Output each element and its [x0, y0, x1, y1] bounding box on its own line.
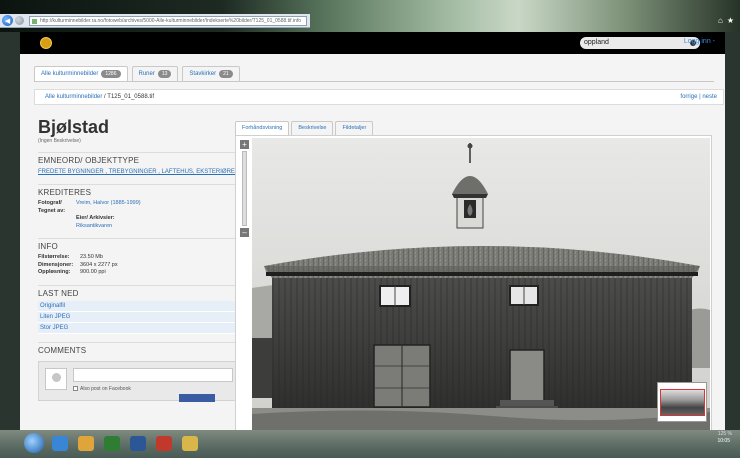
minimap-viewport[interactable] — [660, 389, 705, 416]
address-text: http://kulturminnebilder.ra.no/fotoweb/a… — [40, 17, 301, 24]
word-icon[interactable] — [130, 436, 146, 451]
media-player-icon[interactable] — [104, 436, 120, 451]
browser-zoom-level[interactable]: 125 % — [718, 431, 732, 437]
tab-alle-kulturminnebilder[interactable]: Alle kulturminnebilder 1286 — [34, 66, 128, 81]
info-heading: INFO — [38, 238, 243, 251]
comment-form: Also post on Facebook — [38, 360, 238, 402]
folder-icon[interactable] — [182, 436, 198, 451]
archive-tabs: Alle kulturminnebilder 1286 Runer 13 Sta… — [34, 66, 240, 81]
credit-key: Fotograf/ Tegnet av: — [38, 200, 66, 214]
zoom-in-button[interactable]: + — [240, 140, 249, 149]
pager-links[interactable]: forrige | neste — [680, 90, 717, 104]
page-content: Alle kulturminnebilder 1286 Runer 13 Sta… — [20, 54, 725, 431]
browser-toolbar: ◀ http://kulturminnebilder.ra.no/fotoweb… — [0, 14, 310, 28]
tab-file-details[interactable]: Fildetaljer — [335, 121, 374, 135]
facebook-checkbox[interactable]: Also post on Facebook — [73, 386, 131, 392]
checkbox-icon[interactable] — [73, 386, 78, 391]
tab-label: Alle kulturminnebilder — [41, 71, 99, 77]
forward-button[interactable] — [15, 16, 24, 25]
count-badge: 21 — [219, 70, 233, 78]
owner-label: Eier/ Arkivsier: — [76, 215, 115, 221]
search-value: oppland — [584, 39, 609, 46]
credits-list: Fotograf/ Tegnet av: Vreim, Halvor (1885… — [38, 200, 243, 230]
breadcrumb-root-link[interactable]: Alle kulturminnebilder — [45, 94, 102, 100]
image-viewer[interactable]: + – — [235, 135, 712, 431]
keywords-heading: EMNEORD/ OBJEKTTYPE — [38, 152, 243, 165]
post-comment-button[interactable] — [179, 393, 215, 402]
info-value: 3604 x 2277 px — [80, 261, 118, 268]
info-value: 900.00 ppi — [80, 269, 106, 275]
credit-key — [38, 215, 76, 223]
search-input[interactable]: oppland — [580, 37, 700, 49]
credit-key — [38, 223, 76, 231]
count-badge: 13 — [157, 70, 172, 78]
barn-photo — [252, 138, 710, 430]
tab-stavkirker[interactable]: Stavkirker 21 — [182, 66, 240, 81]
owner-link[interactable]: Riksantikvaren — [76, 223, 243, 231]
photographer-link[interactable]: Vreim, Halvor (1885-1999) — [76, 200, 243, 215]
back-button[interactable]: ◀ — [2, 15, 13, 26]
tab-divider — [34, 81, 714, 82]
avatar — [45, 367, 67, 390]
credits-heading: KREDITERES — [38, 184, 243, 197]
address-bar[interactable]: http://kulturminnebilder.ra.no/fotoweb/a… — [29, 15, 307, 26]
download-large-jpeg-link[interactable]: Stor JPEG — [38, 322, 238, 334]
download-original-link[interactable]: Originalfil — [38, 300, 238, 312]
home-icon[interactable]: ⌂ — [718, 16, 723, 25]
zoom-slider[interactable] — [242, 151, 247, 226]
download-heading: LAST NED — [38, 284, 243, 298]
facebook-checkbox-label: Also post on Facebook — [80, 385, 131, 392]
breadcrumb-current: T125_01_0588.tif — [107, 94, 154, 100]
image-minimap[interactable] — [657, 382, 707, 422]
site-logo-icon[interactable] — [40, 37, 52, 49]
info-list: Filstørrelse: 23.50 Mb Dimensjoner: 3604… — [38, 254, 243, 277]
tab-preview[interactable]: Forhåndsvisning — [235, 121, 290, 135]
start-button-icon[interactable] — [24, 433, 44, 453]
keywords-links[interactable]: FREDETE BYGNINGER , TREBYGNINGER , LAFTE… — [38, 168, 243, 176]
tab-runer[interactable]: Runer 13 — [131, 66, 179, 81]
zoom-out-button[interactable]: – — [240, 228, 249, 237]
breadcrumb: Alle kulturminnebilder / T125_01_0588.ti… — [34, 89, 724, 105]
window-controls: ⌂ ★ — [694, 14, 734, 26]
info-value: 23.50 Mb — [80, 254, 103, 260]
login-link[interactable]: Logg inn - — [684, 38, 715, 45]
site-header: oppland Logg inn - — [20, 32, 725, 54]
viewer-tabs: Forhåndsvisning Beskrivelse Fildetaljer — [235, 121, 374, 135]
download-small-jpeg-link[interactable]: Liten JPEG — [38, 311, 238, 323]
comments-heading: COMMENTS — [38, 341, 243, 355]
info-key: Oppløsning: — [38, 269, 71, 275]
site-icon — [32, 18, 37, 24]
breadcrumb-separator: / — [104, 94, 106, 100]
download-list: Originalfil Liten JPEG Stor JPEG — [38, 300, 243, 334]
favorites-icon[interactable]: ★ — [727, 16, 734, 25]
tab-label: Runer — [138, 71, 155, 77]
record-subtitle: (Ingen Beskrivelse) — [38, 138, 81, 144]
zoom-control: + – — [240, 140, 249, 240]
pdf-reader-icon[interactable] — [156, 436, 172, 451]
file-explorer-icon[interactable] — [78, 436, 94, 451]
internet-explorer-icon[interactable] — [52, 436, 68, 451]
record-sidebar: Bjølstad (Ingen Beskrivelse) EMNEORD/ OB… — [38, 117, 243, 437]
tab-label: Stavkirker — [189, 71, 217, 77]
count-badge: 1286 — [101, 70, 121, 78]
tab-description[interactable]: Beskrivelse — [291, 121, 334, 135]
info-key: Dimensjoner: — [38, 261, 74, 268]
clock[interactable]: 10:05 — [717, 438, 730, 444]
info-key: Filstørrelse: — [38, 254, 70, 260]
comment-input[interactable] — [73, 367, 233, 382]
system-tray: 10:05 — [717, 438, 730, 444]
page-title: Bjølstad — [38, 117, 110, 137]
